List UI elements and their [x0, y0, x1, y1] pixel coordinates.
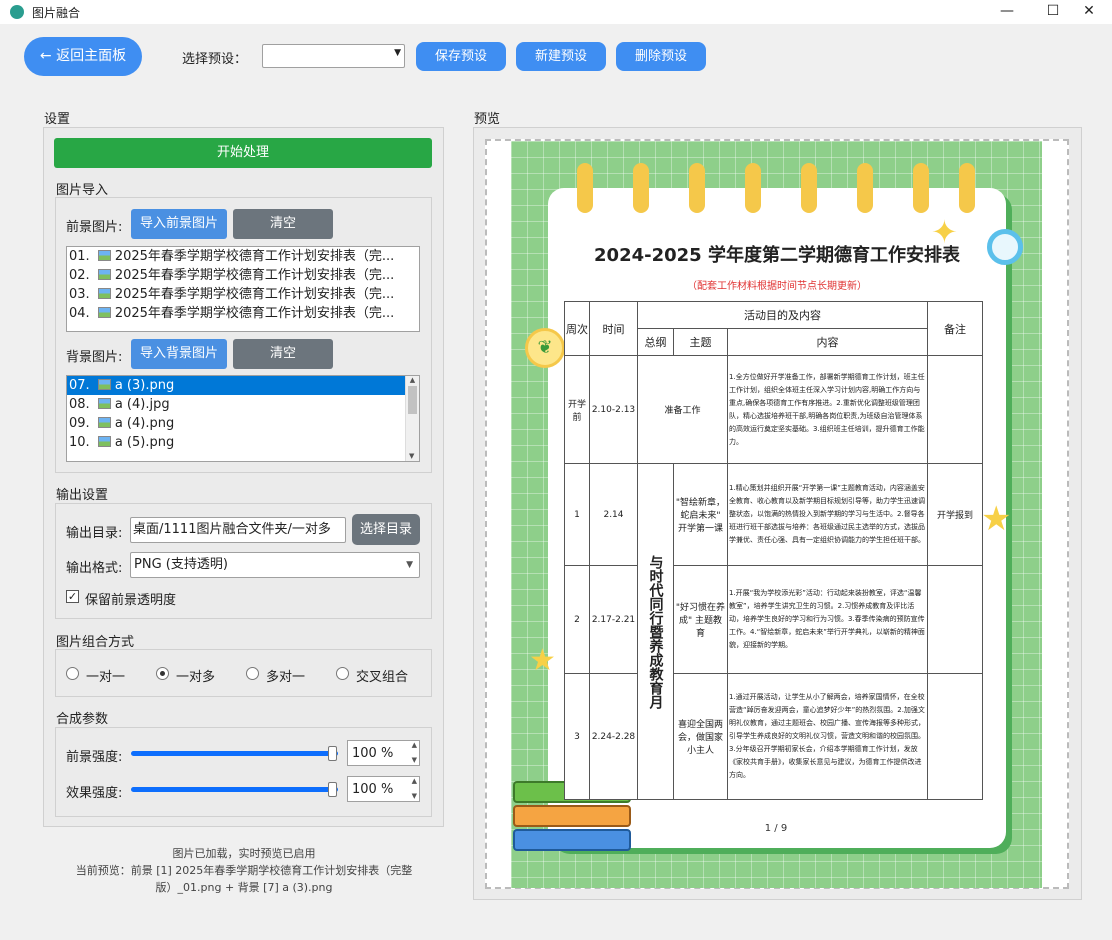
close-button[interactable]: ✕: [1066, 0, 1112, 24]
bg-list-scrollbar[interactable]: ▲ ▼: [405, 376, 419, 461]
clear-bg-button[interactable]: 清空: [233, 339, 333, 369]
combo-title: 图片组合方式: [56, 635, 135, 650]
ring-icon: [913, 163, 929, 213]
ring-icon: [633, 163, 649, 213]
radio-label: 一对一: [86, 670, 126, 685]
image-file-icon: [97, 288, 111, 299]
side-text: 与时代同行暨养成教育月: [637, 463, 674, 800]
list-item[interactable]: 02. 2025年春季学期学校德育工作计划安排表（完...: [67, 266, 419, 285]
output-dir-label: 输出目录:: [66, 526, 123, 541]
radio-cross[interactable]: [336, 667, 349, 680]
fg-strength-slider[interactable]: [131, 751, 338, 756]
star-icon: ★: [529, 643, 556, 678]
doc-table: 周次 时间 活动目的及内容 备注 总纲 主题 内容 开学前 2.10-2.13 …: [564, 301, 984, 800]
params-title: 合成参数: [56, 712, 109, 727]
import-title: 图片导入: [56, 183, 109, 198]
scroll-thumb[interactable]: [408, 386, 417, 414]
preview-title: 预览: [474, 112, 501, 127]
ring-icon: [801, 163, 817, 213]
spin-up-icon[interactable]: ▲: [412, 741, 417, 749]
radio-label: 交叉组合: [356, 670, 409, 685]
status-text: 图片已加载，实时预览已启用 当前预览：前景 [1] 2025年春季学期学校德育工…: [75, 847, 413, 894]
fx-strength-spin[interactable]: 100 % ▲ ▼: [347, 776, 420, 802]
preset-select[interactable]: ▼: [262, 44, 405, 68]
list-item[interactable]: 01. 2025年春季学期学校德育工作计划安排表（完...: [67, 247, 419, 266]
spin-down-icon[interactable]: ▼: [412, 756, 417, 764]
fx-strength-handle[interactable]: [328, 782, 337, 797]
ring-icon: [857, 163, 873, 213]
star-icon: ★: [981, 499, 1012, 539]
image-file-icon: [97, 398, 111, 409]
ring-icon: [689, 163, 705, 213]
fg-strength-spin[interactable]: 100 % ▲ ▼: [347, 740, 420, 766]
output-dir-input[interactable]: 桌面/1111图片融合文件夹/一对多: [130, 517, 346, 543]
list-item-selected[interactable]: 07. a (3).png: [67, 376, 406, 395]
chevron-down-icon: ▼: [394, 48, 401, 58]
list-item[interactable]: 04. 2025年春季学期学校德育工作计划安排表（完...: [67, 304, 419, 323]
import-fg-button[interactable]: 导入前景图片: [131, 209, 227, 239]
choose-dir-button[interactable]: 选择目录: [352, 514, 420, 545]
preview-image: ✦ ❦ ★ ★ ➤ 2024-2025 学年度第二学期德育工作安排表 （配套工作…: [511, 141, 1042, 888]
doc-subtitle: （配套工作材料根据时间节点长期更新）: [687, 281, 867, 292]
bg-label: 背景图片:: [66, 350, 123, 365]
spin-up-icon[interactable]: ▲: [412, 777, 417, 785]
image-file-icon: [97, 417, 111, 428]
radio-label: 多对一: [266, 670, 306, 685]
fg-strength-handle[interactable]: [328, 746, 337, 761]
list-item[interactable]: 09. a (4).png: [67, 414, 419, 433]
title-bar: 图片融合 — ☐ ✕: [0, 0, 1112, 24]
import-bg-button[interactable]: 导入背景图片: [131, 339, 227, 369]
ring-icon: [577, 163, 593, 213]
image-file-icon: [97, 250, 111, 261]
ring-icon: [959, 163, 975, 213]
fg-list[interactable]: 01. 2025年春季学期学校德育工作计划安排表（完... 02. 2025年春…: [66, 246, 420, 332]
book-icon: [513, 829, 631, 851]
radio-one-to-one[interactable]: [66, 667, 79, 680]
page-number: 1 / 9: [764, 823, 788, 834]
new-preset-button[interactable]: 新建预设: [516, 42, 606, 71]
clear-fg-button[interactable]: 清空: [233, 209, 333, 239]
output-format-select[interactable]: PNG (支持透明) ▼: [130, 552, 420, 578]
radio-one-to-many[interactable]: [156, 667, 169, 680]
keep-alpha-label: 保留前景透明度: [85, 593, 177, 608]
output-format-label: 输出格式:: [66, 561, 123, 576]
list-item[interactable]: 08. a (4).jpg: [67, 395, 419, 414]
settings-title: 设置: [44, 112, 71, 127]
radio-many-to-one[interactable]: [246, 667, 259, 680]
doc-title: 2024-2025 学年度第二学期德育工作安排表: [594, 245, 960, 266]
back-to-main-button[interactable]: ← 返回主面板: [24, 37, 142, 76]
keep-alpha-checkbox[interactable]: ✓: [66, 590, 79, 603]
bulb-icon: ❦: [525, 328, 565, 368]
preset-label: 选择预设：: [182, 52, 248, 67]
delete-preset-button[interactable]: 删除预设: [616, 42, 706, 71]
book-icon: [513, 805, 631, 827]
fx-strength-slider[interactable]: [131, 787, 338, 792]
app-icon: [10, 5, 24, 19]
chevron-down-icon: ▼: [406, 560, 413, 570]
ring-icon: [745, 163, 761, 213]
image-file-icon: [97, 379, 111, 390]
list-item[interactable]: 03. 2025年春季学期学校德育工作计划安排表（完...: [67, 285, 419, 304]
window-title: 图片融合: [32, 6, 81, 20]
start-process-button[interactable]: 开始处理: [54, 138, 432, 168]
image-file-icon: [97, 436, 111, 447]
spin-down-icon[interactable]: ▼: [412, 792, 417, 800]
output-title: 输出设置: [56, 488, 109, 503]
image-file-icon: [97, 269, 111, 280]
scroll-down-icon[interactable]: ▼: [409, 452, 414, 460]
bg-list[interactable]: 07. a (3).png 08. a (4).jpg 09. a (4).pn…: [66, 375, 420, 462]
radio-label: 一对多: [176, 670, 216, 685]
fg-label: 前景图片:: [66, 220, 123, 235]
scroll-up-icon[interactable]: ▲: [406, 376, 419, 384]
minimize-button[interactable]: —: [984, 0, 1030, 24]
fx-strength-label: 效果强度:: [66, 786, 123, 801]
list-item[interactable]: 10. a (5).png: [67, 433, 419, 452]
fg-strength-label: 前景强度:: [66, 750, 123, 765]
save-preset-button[interactable]: 保存预设: [416, 42, 506, 71]
image-file-icon: [97, 307, 111, 318]
